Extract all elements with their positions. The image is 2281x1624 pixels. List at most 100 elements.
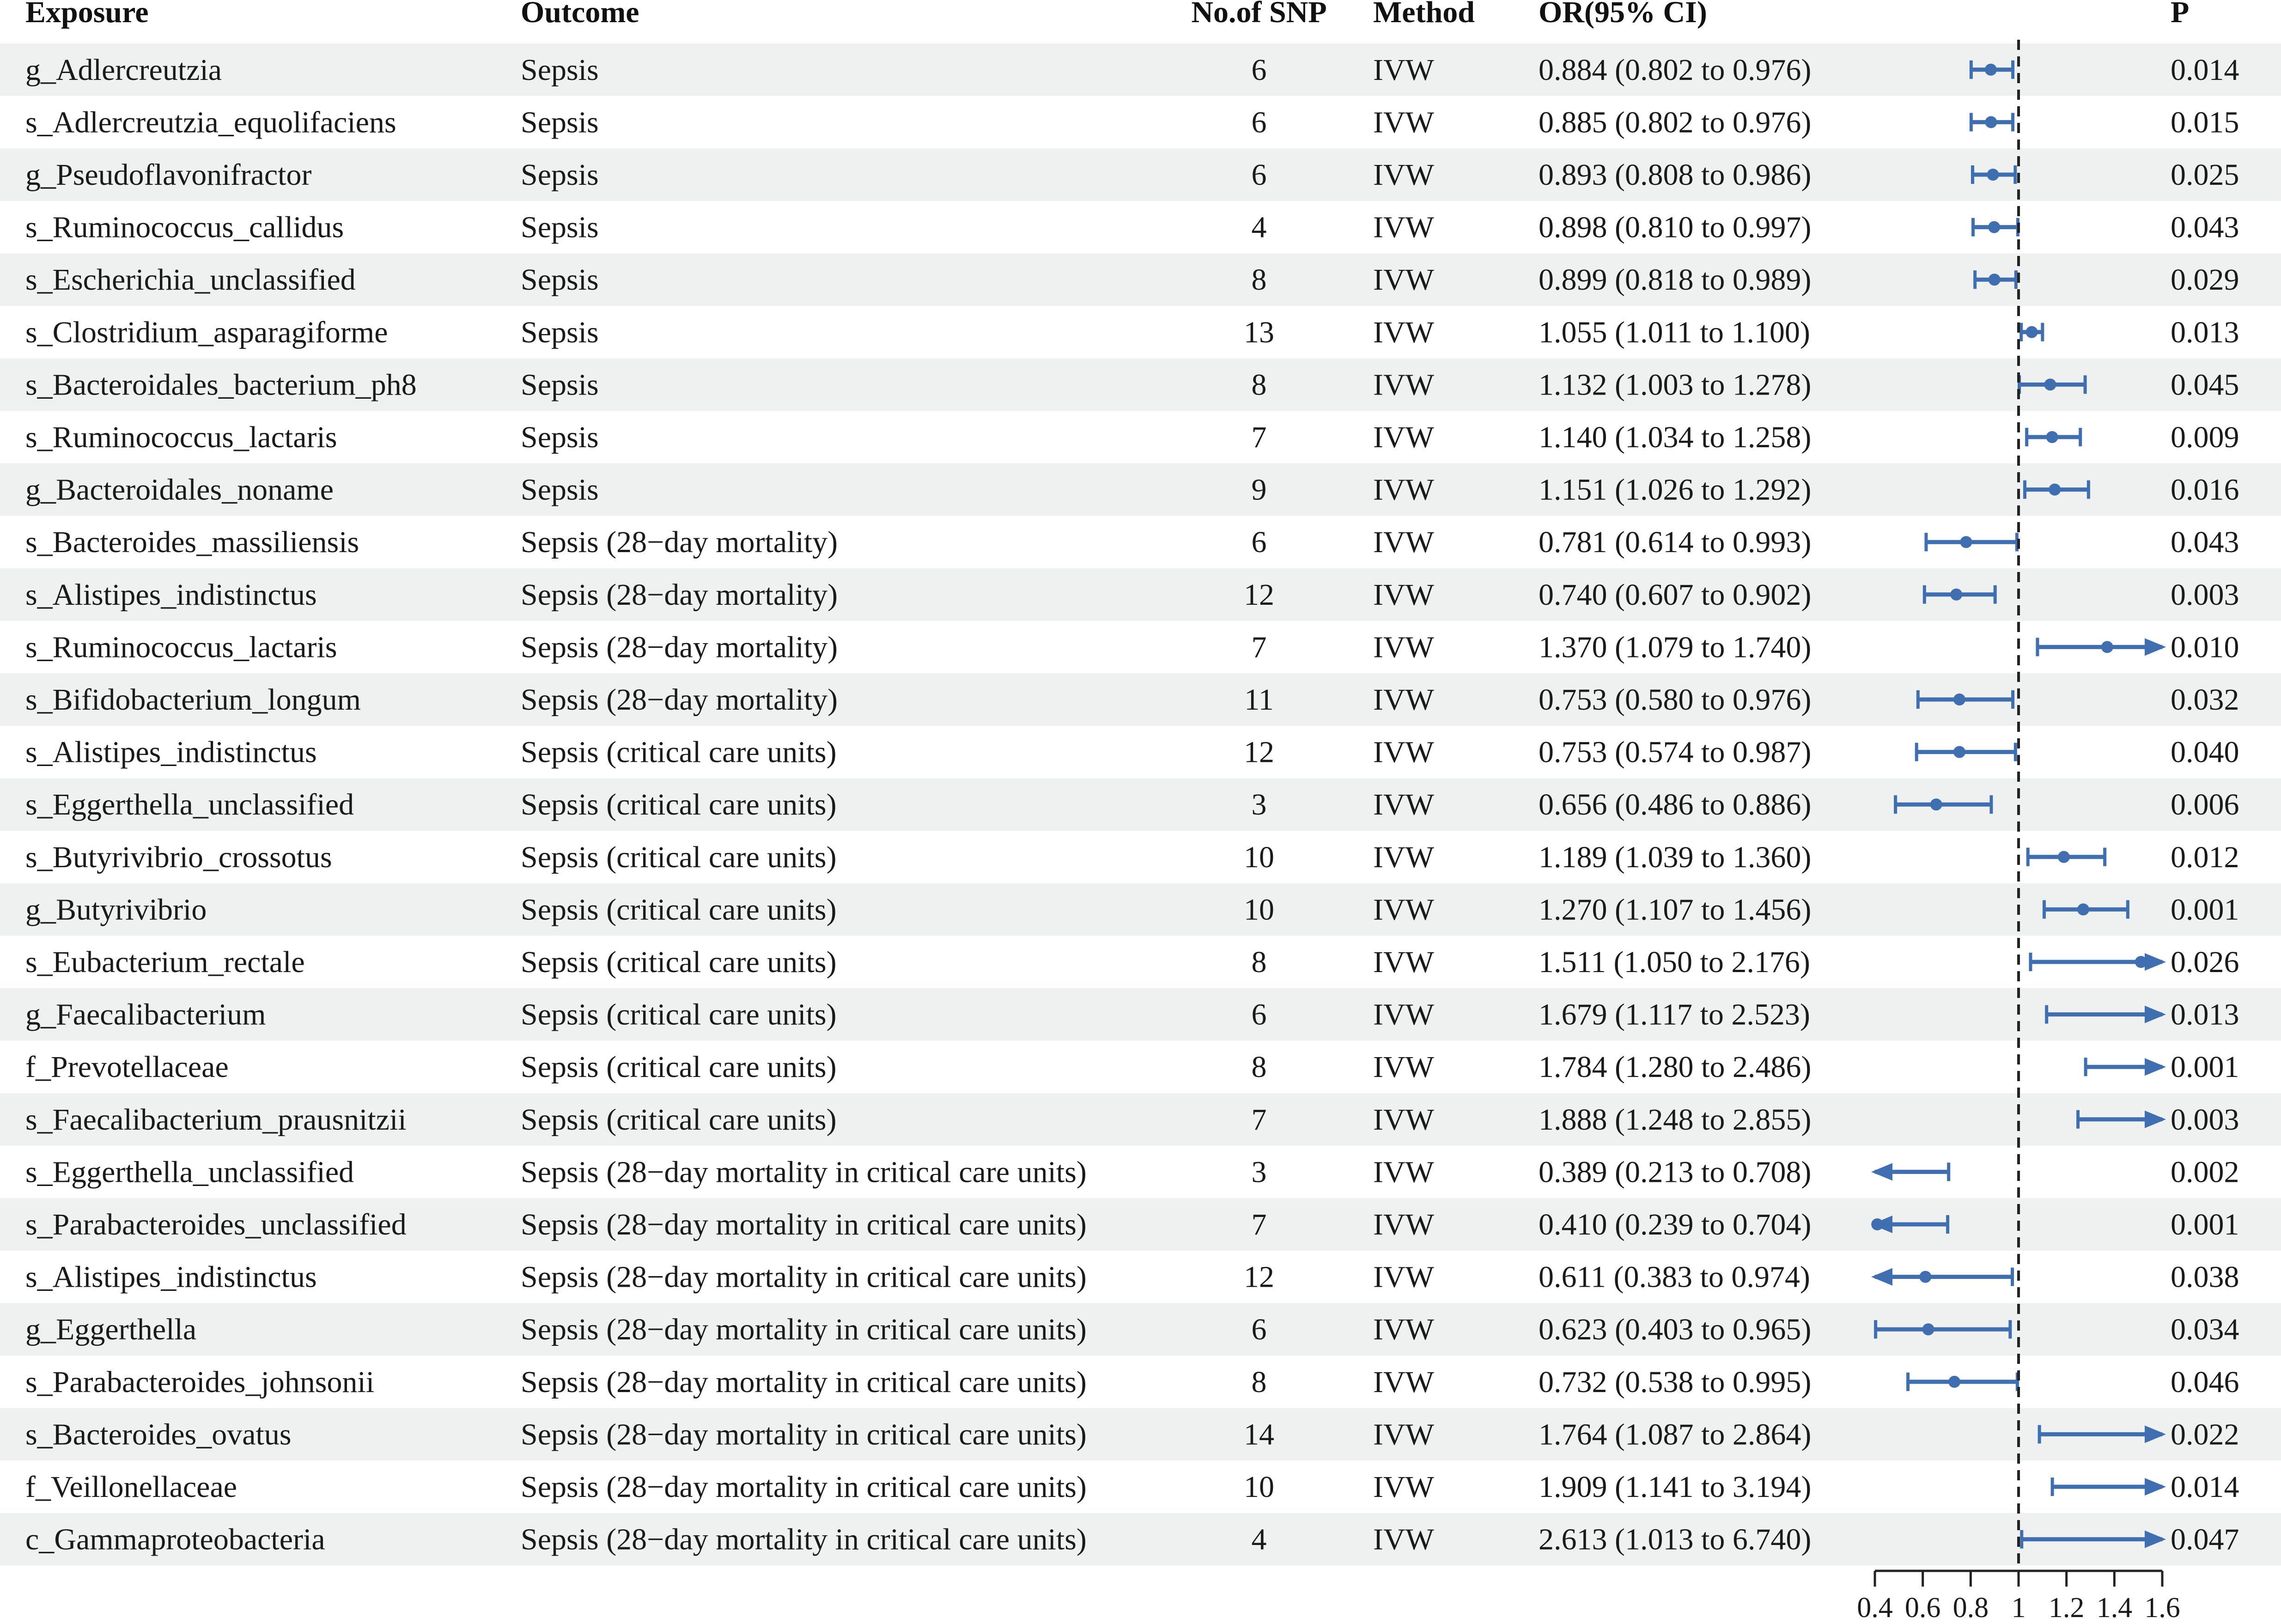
cell-nsnp: 8 <box>1252 1050 1267 1084</box>
cell-exposure: g_Faecalibacterium <box>25 998 266 1032</box>
cell-or-ci: 0.623 (0.403 to 0.965) <box>1539 1313 1811 1346</box>
cell-or-ci: 1.151 (1.026 to 1.292) <box>1539 473 1811 507</box>
cell-or-ci: 0.893 (0.808 to 0.986) <box>1539 158 1811 192</box>
cell-exposure: s_Ruminococcus_lactaris <box>25 630 337 664</box>
cell-method: IVW <box>1373 1208 1435 1241</box>
or-point <box>2044 378 2056 391</box>
cell-or-ci: 1.132 (1.003 to 1.278) <box>1539 368 1811 401</box>
cell-or-ci: 0.732 (0.538 to 0.995) <box>1539 1365 1811 1399</box>
cell-p: 0.043 <box>2171 211 2239 244</box>
cell-method: IVW <box>1373 316 1435 349</box>
cell-nsnp: 13 <box>1244 316 1274 349</box>
cell-outcome: Sepsis (28−day mortality) <box>521 630 838 664</box>
row-stripe <box>0 988 2281 1041</box>
cell-exposure: s_Bacteroidales_bacterium_ph8 <box>25 368 417 401</box>
or-point <box>2057 851 2070 863</box>
x-tick-label: 0.8 <box>1953 1592 1989 1624</box>
forest-plot: Exposure Outcome No.of SNP Method OR(95%… <box>0 0 2281 1624</box>
cell-method: IVW <box>1373 998 1435 1032</box>
or-point <box>2046 431 2058 443</box>
cell-method: IVW <box>1373 263 1435 297</box>
cell-method: IVW <box>1373 105 1435 139</box>
cell-nsnp: 4 <box>1252 211 1267 244</box>
cell-or-ci: 0.885 (0.802 to 0.976) <box>1539 105 1811 139</box>
cell-or-ci: 1.764 (1.087 to 2.864) <box>1539 1417 1811 1451</box>
cell-or-ci: 1.679 (1.117 to 2.523) <box>1539 998 1810 1032</box>
cell-method: IVW <box>1373 788 1435 821</box>
cell-nsnp: 6 <box>1252 105 1267 139</box>
cell-method: IVW <box>1373 1050 1435 1084</box>
cell-method: IVW <box>1373 420 1435 454</box>
cell-outcome: Sepsis (critical care units) <box>521 788 837 821</box>
cell-nsnp: 10 <box>1244 840 1274 874</box>
cell-or-ci: 0.884 (0.802 to 0.976) <box>1539 53 1811 87</box>
or-point <box>1988 274 2001 286</box>
cell-exposure: g_Eggerthella <box>25 1313 196 1346</box>
cell-outcome: Sepsis (critical care units) <box>521 998 837 1032</box>
cell-outcome: Sepsis (28−day mortality) <box>521 578 838 612</box>
cell-or-ci: 0.611 (0.383 to 0.974) <box>1539 1260 1810 1294</box>
cell-p: 0.001 <box>2171 1208 2239 1241</box>
cell-outcome: Sepsis (critical care units) <box>521 736 837 769</box>
cell-or-ci: 0.781 (0.614 to 0.993) <box>1539 525 1811 559</box>
cell-nsnp: 6 <box>1252 53 1267 87</box>
or-point <box>1919 1271 1932 1283</box>
cell-nsnp: 10 <box>1244 1470 1274 1504</box>
or-point <box>2026 326 2038 338</box>
cell-nsnp: 12 <box>1244 578 1274 612</box>
cell-method: IVW <box>1373 525 1435 559</box>
cell-method: IVW <box>1373 1470 1435 1504</box>
cell-or-ci: 1.511 (1.050 to 2.176) <box>1539 945 1810 979</box>
cell-nsnp: 8 <box>1252 945 1267 979</box>
header-or-ci: OR(95% CI) <box>1539 0 1707 29</box>
cell-exposure: s_Alistipes_indistinctus <box>25 1260 317 1294</box>
cell-exposure: s_Eggerthella_unclassified <box>25 1155 354 1189</box>
cell-nsnp: 6 <box>1252 525 1267 559</box>
cell-exposure: s_Alistipes_indistinctus <box>25 736 317 769</box>
or-point <box>1985 116 1997 128</box>
or-point <box>1984 63 1997 76</box>
cell-p: 0.001 <box>2171 893 2239 926</box>
cell-outcome: Sepsis <box>521 263 599 297</box>
cell-or-ci: 1.909 (1.141 to 3.194) <box>1539 1470 1811 1504</box>
row-stripe <box>0 1408 2281 1461</box>
header-exposure: Exposure <box>25 0 149 29</box>
cell-method: IVW <box>1373 473 1435 507</box>
cell-or-ci: 1.370 (1.079 to 1.740) <box>1539 630 1811 664</box>
cell-or-ci: 0.898 (0.810 to 0.997) <box>1539 211 1811 244</box>
cell-nsnp: 8 <box>1252 368 1267 401</box>
cell-method: IVW <box>1373 1365 1435 1399</box>
cell-exposure: f_Prevotellaceae <box>25 1050 229 1084</box>
row-stripe <box>0 148 2281 201</box>
cell-nsnp: 3 <box>1252 1155 1267 1189</box>
cell-method: IVW <box>1373 1155 1435 1189</box>
ci-left-arrow <box>1871 1268 1892 1286</box>
or-point <box>1987 169 1999 181</box>
cell-exposure: s_Adlercreutzia_equolifaciens <box>25 105 396 139</box>
cell-exposure: s_Escherichia_unclassified <box>25 263 356 297</box>
cell-method: IVW <box>1373 945 1435 979</box>
cell-nsnp: 9 <box>1252 473 1267 507</box>
cell-outcome: Sepsis (28−day mortality in critical car… <box>521 1313 1087 1346</box>
cell-nsnp: 11 <box>1244 683 1274 717</box>
cell-p: 0.010 <box>2171 630 2239 664</box>
cell-exposure: s_Eggerthella_unclassified <box>25 788 354 821</box>
cell-p: 0.026 <box>2171 945 2239 979</box>
cell-p: 0.014 <box>2171 1470 2239 1504</box>
cell-p: 0.046 <box>2171 1365 2239 1399</box>
or-point <box>2077 903 2089 916</box>
x-tick-label: 1 <box>2012 1592 2026 1624</box>
cell-method: IVW <box>1373 1523 1435 1557</box>
or-point <box>2049 483 2061 496</box>
cell-outcome: Sepsis <box>521 368 599 401</box>
row-stripe <box>0 1513 2281 1566</box>
cell-outcome: Sepsis (28−day mortality in critical car… <box>521 1365 1087 1399</box>
cell-or-ci: 0.740 (0.607 to 0.902) <box>1539 578 1811 612</box>
cell-p: 0.013 <box>2171 316 2239 349</box>
cell-method: IVW <box>1373 1313 1435 1346</box>
cell-nsnp: 6 <box>1252 158 1267 192</box>
cell-p: 0.003 <box>2171 1103 2239 1137</box>
cell-p: 0.032 <box>2171 683 2239 717</box>
header-outcome: Outcome <box>521 0 639 29</box>
or-point <box>1948 1375 1961 1388</box>
